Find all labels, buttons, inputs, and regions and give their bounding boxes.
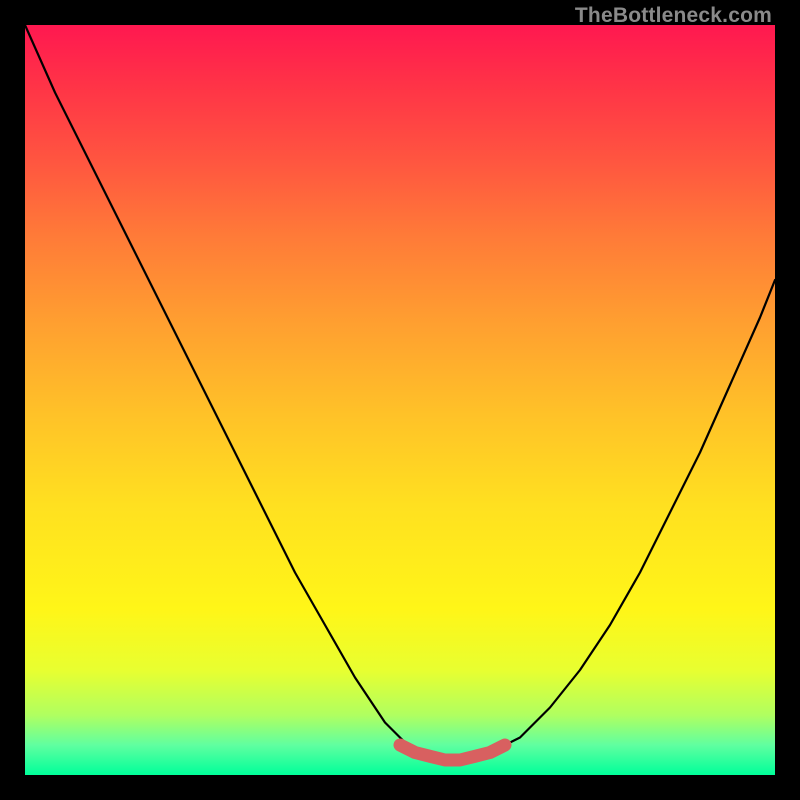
- gradient-plot-area: [25, 25, 775, 775]
- watermark-text: TheBottleneck.com: [575, 4, 772, 28]
